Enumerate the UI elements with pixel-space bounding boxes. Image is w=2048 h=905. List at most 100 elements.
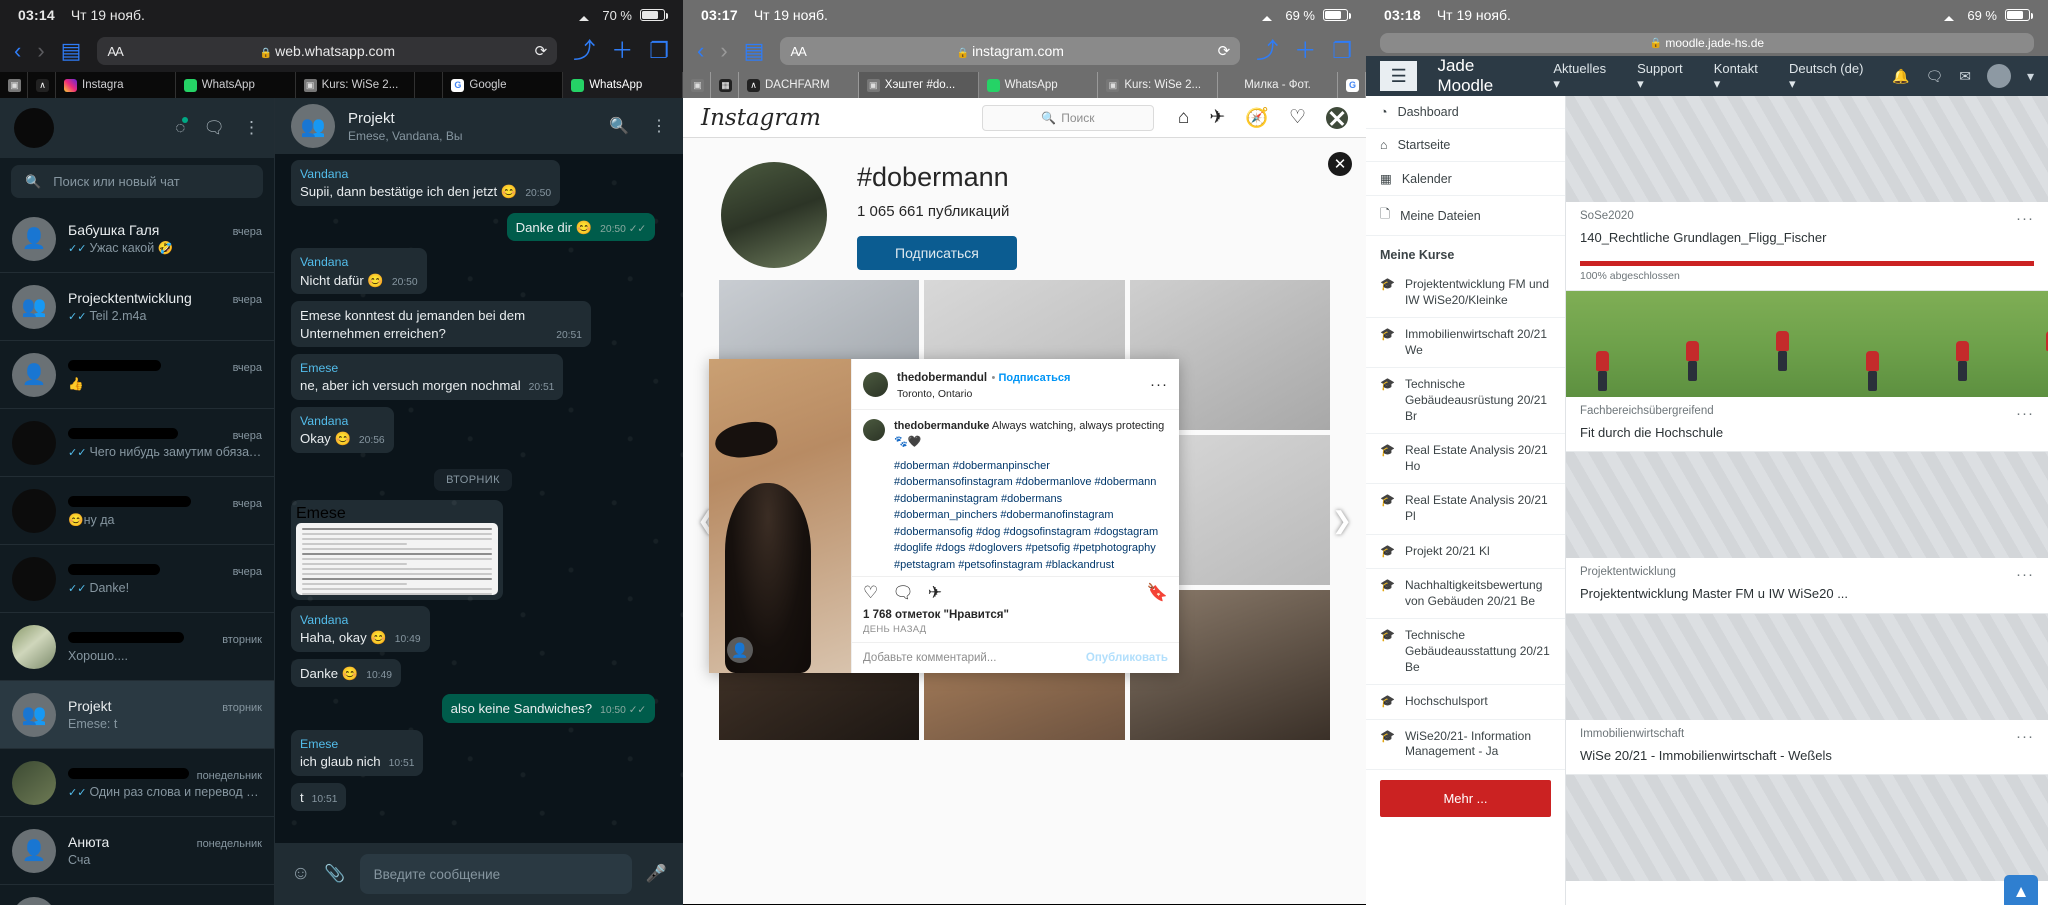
sidebar-item-dashboard[interactable]: ◔ Dashboard [1366,96,1565,129]
nav-menu-item[interactable]: Deutsch (de) ▾ [1789,61,1872,92]
caption-hashtags[interactable]: #doberman #dobermanpinscher #dobermansof… [894,458,1168,574]
scroll-to-top-button[interactable]: ▲ [2004,875,2038,905]
caption-username[interactable]: thedobermanduke [894,420,989,432]
avatar[interactable] [14,108,54,148]
browser-tab[interactable]: WhatsApp [979,72,1099,98]
instagram-search-input[interactable]: 🔍 Поиск [982,105,1154,131]
follow-button[interactable]: Подписаться [857,236,1017,270]
browser-tab[interactable]: ∧ DACHFARM [739,72,859,98]
post-options-icon[interactable]: ··· [1150,376,1168,393]
mail-icon[interactable]: ✉ [1959,68,1971,85]
chat-list-item[interactable]: 👥Master FM+IWпонедельник+49 176 47789036… [0,885,274,905]
menu-icon[interactable]: ⋮ [243,118,260,138]
new-tab-icon[interactable]: ＋ [1294,40,1316,62]
explore-icon[interactable]: 🧭 [1245,106,1269,130]
sidebar-course-item[interactable]: 🎓 Projekt 20/21 Kl [1366,535,1565,570]
sidebar-course-item[interactable]: 🎓 Projektentwicklung FM und IW WiSe20/Kle… [1366,268,1565,318]
course-card[interactable]: SoSe2020 ··· 140_Rechtliche Grundlagen_Fli… [1566,96,2048,291]
comment-input-placeholder[interactable]: Добавьте комментарий... [863,652,996,664]
nav-menu-item[interactable]: Support ▾ [1637,61,1692,92]
chat-list-item[interactable]: 👤 вчера 👍 [0,341,274,409]
browser-tab[interactable]: ∧ [28,72,56,98]
course-title[interactable]: WiSe 20/21 - Immobilienwirtschaft - Weße… [1566,745,2048,775]
share-icon[interactable]: ✈ [928,583,942,603]
new-tab-icon[interactable]: ＋ [611,40,633,62]
address-bar[interactable]: 🔒 moodle.jade-hs.de [1380,33,2034,53]
emoji-icon[interactable]: ☺ [291,863,310,885]
course-title[interactable]: 140_Rechtliche Grundlagen_Fligg_Fischer [1566,227,2048,257]
conversation-menu-icon[interactable]: ⋮ [651,116,667,136]
close-icon[interactable]: ✕ [1328,152,1352,176]
browser-tab[interactable]: G [1338,72,1366,98]
microphone-icon[interactable]: 🎤 [646,864,667,884]
chat-list-item[interactable]: вчера ✓✓ Чего нибудь замутим обязат... [0,409,274,477]
bookmarks-icon[interactable]: ▤ [744,40,765,62]
course-options-icon[interactable]: ··· [2016,405,2034,422]
sidebar-course-item[interactable]: 🎓 WiSe20/21- Information Management - Ja [1366,720,1565,770]
search-input[interactable]: 🔍 Поиск или новый чат [11,165,263,198]
message-input[interactable]: Введите сообщение [360,854,632,894]
share-icon[interactable]: ⤴ [1256,40,1278,62]
browser-tab[interactable]: G Google [443,72,563,98]
browser-tab[interactable]: ▣ Kurs: WiSe 2... [1098,72,1218,98]
chevron-down-icon[interactable]: ▾ [2027,68,2034,85]
like-icon[interactable]: ♡ [863,583,878,603]
sidebar-course-item[interactable]: 🎓 Real Estate Analysis 20/21 Ho [1366,434,1565,484]
course-card[interactable]: Projektentwicklung ··· Projektentwicklung … [1566,452,2048,614]
menu-toggle-icon[interactable]: ☰ [1380,61,1417,91]
notifications-icon[interactable]: 🔔 [1892,68,1909,85]
conversation-search-icon[interactable]: 🔍 [609,116,629,136]
site-brand[interactable]: Jade Moodle [1437,56,1533,96]
sidebar-course-item[interactable]: 🎓 Immobilienwirtschaft 20/21 We [1366,318,1565,368]
course-title[interactable]: Projektentwicklung Master FM u IW WiSe20… [1566,583,2048,613]
back-icon[interactable]: ‹ [697,40,704,62]
attach-icon[interactable]: 📎 [324,864,345,884]
messages-icon[interactable]: 🗨 [1925,68,1943,85]
browser-tab[interactable]: ▣ [683,72,711,98]
bookmarks-icon[interactable]: ▤ [61,40,82,62]
direct-messages-icon[interactable]: ✈ [1209,106,1225,129]
user-avatar[interactable] [1987,64,2011,88]
author-avatar[interactable] [863,372,888,397]
browser-tab[interactable]: WhatsApp [176,72,296,98]
show-more-button[interactable]: Mehr ... [1380,780,1551,817]
sidebar-course-item[interactable]: 🎓 Technische Gebäudeausrüstung 20/21 Br [1366,368,1565,434]
sidebar-course-item[interactable]: 🎓 Technische Gebäudeausstattung 20/21 Be [1366,619,1565,685]
publish-button[interactable]: Опубликовать [1086,652,1168,664]
browser-tab[interactable]: WhatsApp [563,72,683,98]
back-icon[interactable]: ‹ [14,40,21,62]
course-card[interactable]: Fachbereichsübergreifend ··· Fit durch die… [1566,291,2048,453]
author-username[interactable]: thedobermandul [897,372,987,384]
forward-icon[interactable]: › [720,40,727,62]
sidebar-item-meine-dateien[interactable]: 🗋 Meine Dateien [1366,196,1565,236]
course-options-icon[interactable]: ··· [2016,566,2034,583]
chat-list[interactable]: 👤 Бабушка Галя вчера ✓✓ Ужас какой 🤣 👥 Projeck… [0,205,274,905]
status-circle-icon[interactable]: ◌ [175,118,185,138]
browser-tab[interactable]: ▣ Kurs: WiSe 2... [296,72,416,98]
course-options-icon[interactable]: ··· [2016,210,2034,227]
save-icon[interactable]: 🔖 [1147,583,1168,603]
sidebar-course-item[interactable]: 🎓 Nachhaltigkeitsbewertung von Gebäuden 2… [1366,569,1565,619]
comment-icon[interactable]: 🗨 [892,583,914,603]
tab-overview-icon[interactable]: ❐ [649,40,669,62]
modal-follow-link[interactable]: Подписаться [998,372,1070,384]
browser-tab[interactable]: ▦ [711,72,739,98]
course-card[interactable]: ···Nachhaltigkeitsbewertung von Gebäuden [1566,775,2048,905]
tab-overview-icon[interactable]: ❐ [1332,40,1352,62]
next-post-icon[interactable]: ❯ [1332,507,1352,536]
browser-tab[interactable]: Милка - Фот. [1218,72,1338,98]
post-location[interactable]: Toronto, Ontario [897,388,1070,400]
chat-list-item[interactable]: вчера 😊ну да [0,477,274,545]
chat-list-item[interactable]: 👥 Projecktentwicklung вчера ✓✓ Teil 2.m4a [0,273,274,341]
course-title[interactable]: Fit durch die Hochschule [1566,422,2048,452]
browser-tab[interactable]: ▣ Хэштег #do... [859,72,979,98]
browser-tab[interactable]: ▣ [0,72,28,98]
nav-menu-item[interactable]: Kontakt ▾ [1714,61,1767,92]
sidebar-item-kalender[interactable]: ▦ Kalender [1366,162,1565,196]
conversation-avatar[interactable]: 👥 [291,104,335,148]
chat-list-item[interactable]: 👤 Анюта понедельник Сча [0,817,274,885]
browser-tab[interactable]: Instagra [56,72,176,98]
home-icon[interactable]: ⌂ [1178,107,1189,129]
sidebar-course-item[interactable]: 🎓 Real Estate Analysis 20/21 Pl [1366,484,1565,534]
share-icon[interactable]: ⤴ [573,40,595,62]
